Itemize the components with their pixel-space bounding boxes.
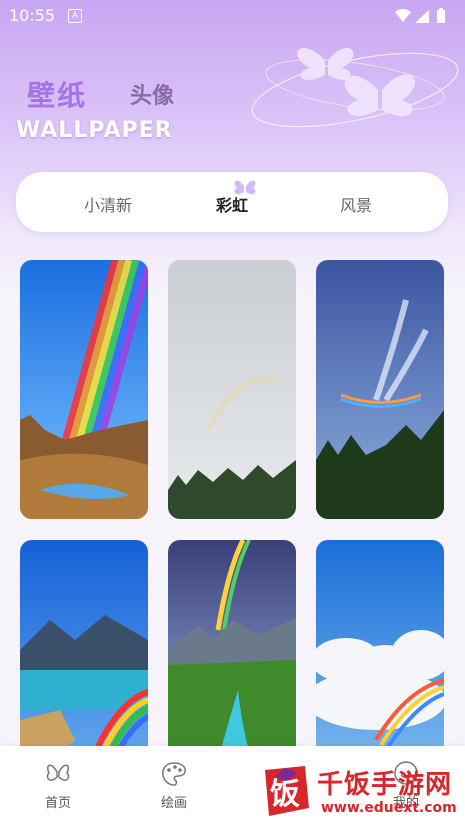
tab-scenery[interactable]: 风景 <box>340 192 372 216</box>
wifi-icon <box>395 9 411 22</box>
wallpaper-image <box>316 260 444 519</box>
title-avatar[interactable]: 头像 <box>130 78 174 110</box>
status-bar: 10:55 A <box>0 0 465 32</box>
wallpaper-card[interactable] <box>20 260 148 519</box>
wallpaper-card[interactable] <box>316 260 444 519</box>
nav-paint[interactable]: 绘画 <box>144 760 204 811</box>
wallpaper-grid <box>20 260 450 750</box>
tab-fresh[interactable]: 小清新 <box>84 192 132 216</box>
nav-paint-label: 绘画 <box>160 796 187 811</box>
wallpaper-card[interactable] <box>168 540 296 750</box>
nav-home[interactable]: 首页 <box>28 760 88 811</box>
wallpaper-image <box>20 260 148 519</box>
status-icons <box>395 8 445 23</box>
butterfly-decoration <box>251 48 459 128</box>
signal-icon <box>415 10 429 23</box>
site-watermark: 饭 千饭手游网 www.eduext.com <box>255 760 465 824</box>
watermark-logo: 饭 <box>265 766 309 816</box>
wallpaper-card[interactable] <box>20 540 148 750</box>
nav-home-label: 首页 <box>44 796 71 811</box>
wallpaper-card[interactable] <box>316 540 444 750</box>
watermark-url: www.eduext.com <box>321 800 457 816</box>
watermark-logo-char: 饭 <box>270 777 300 812</box>
status-time: 10:55 <box>9 6 56 25</box>
wallpaper-image <box>168 540 296 750</box>
wallpaper-image <box>168 260 296 519</box>
watermark-text: 千饭手游网 <box>317 770 453 800</box>
title-wallpaper[interactable]: 壁纸 <box>27 74 87 114</box>
wallpaper-image <box>20 540 148 750</box>
wallpaper-card[interactable] <box>168 260 296 519</box>
title-english: WALLPAPER <box>16 118 173 143</box>
battery-icon <box>437 10 445 23</box>
butterfly-icon <box>46 764 70 781</box>
active-tab-butterfly-icon <box>234 180 256 195</box>
notification-icon: A <box>68 9 82 23</box>
wallpaper-image <box>316 540 444 750</box>
palette-icon <box>162 762 186 786</box>
